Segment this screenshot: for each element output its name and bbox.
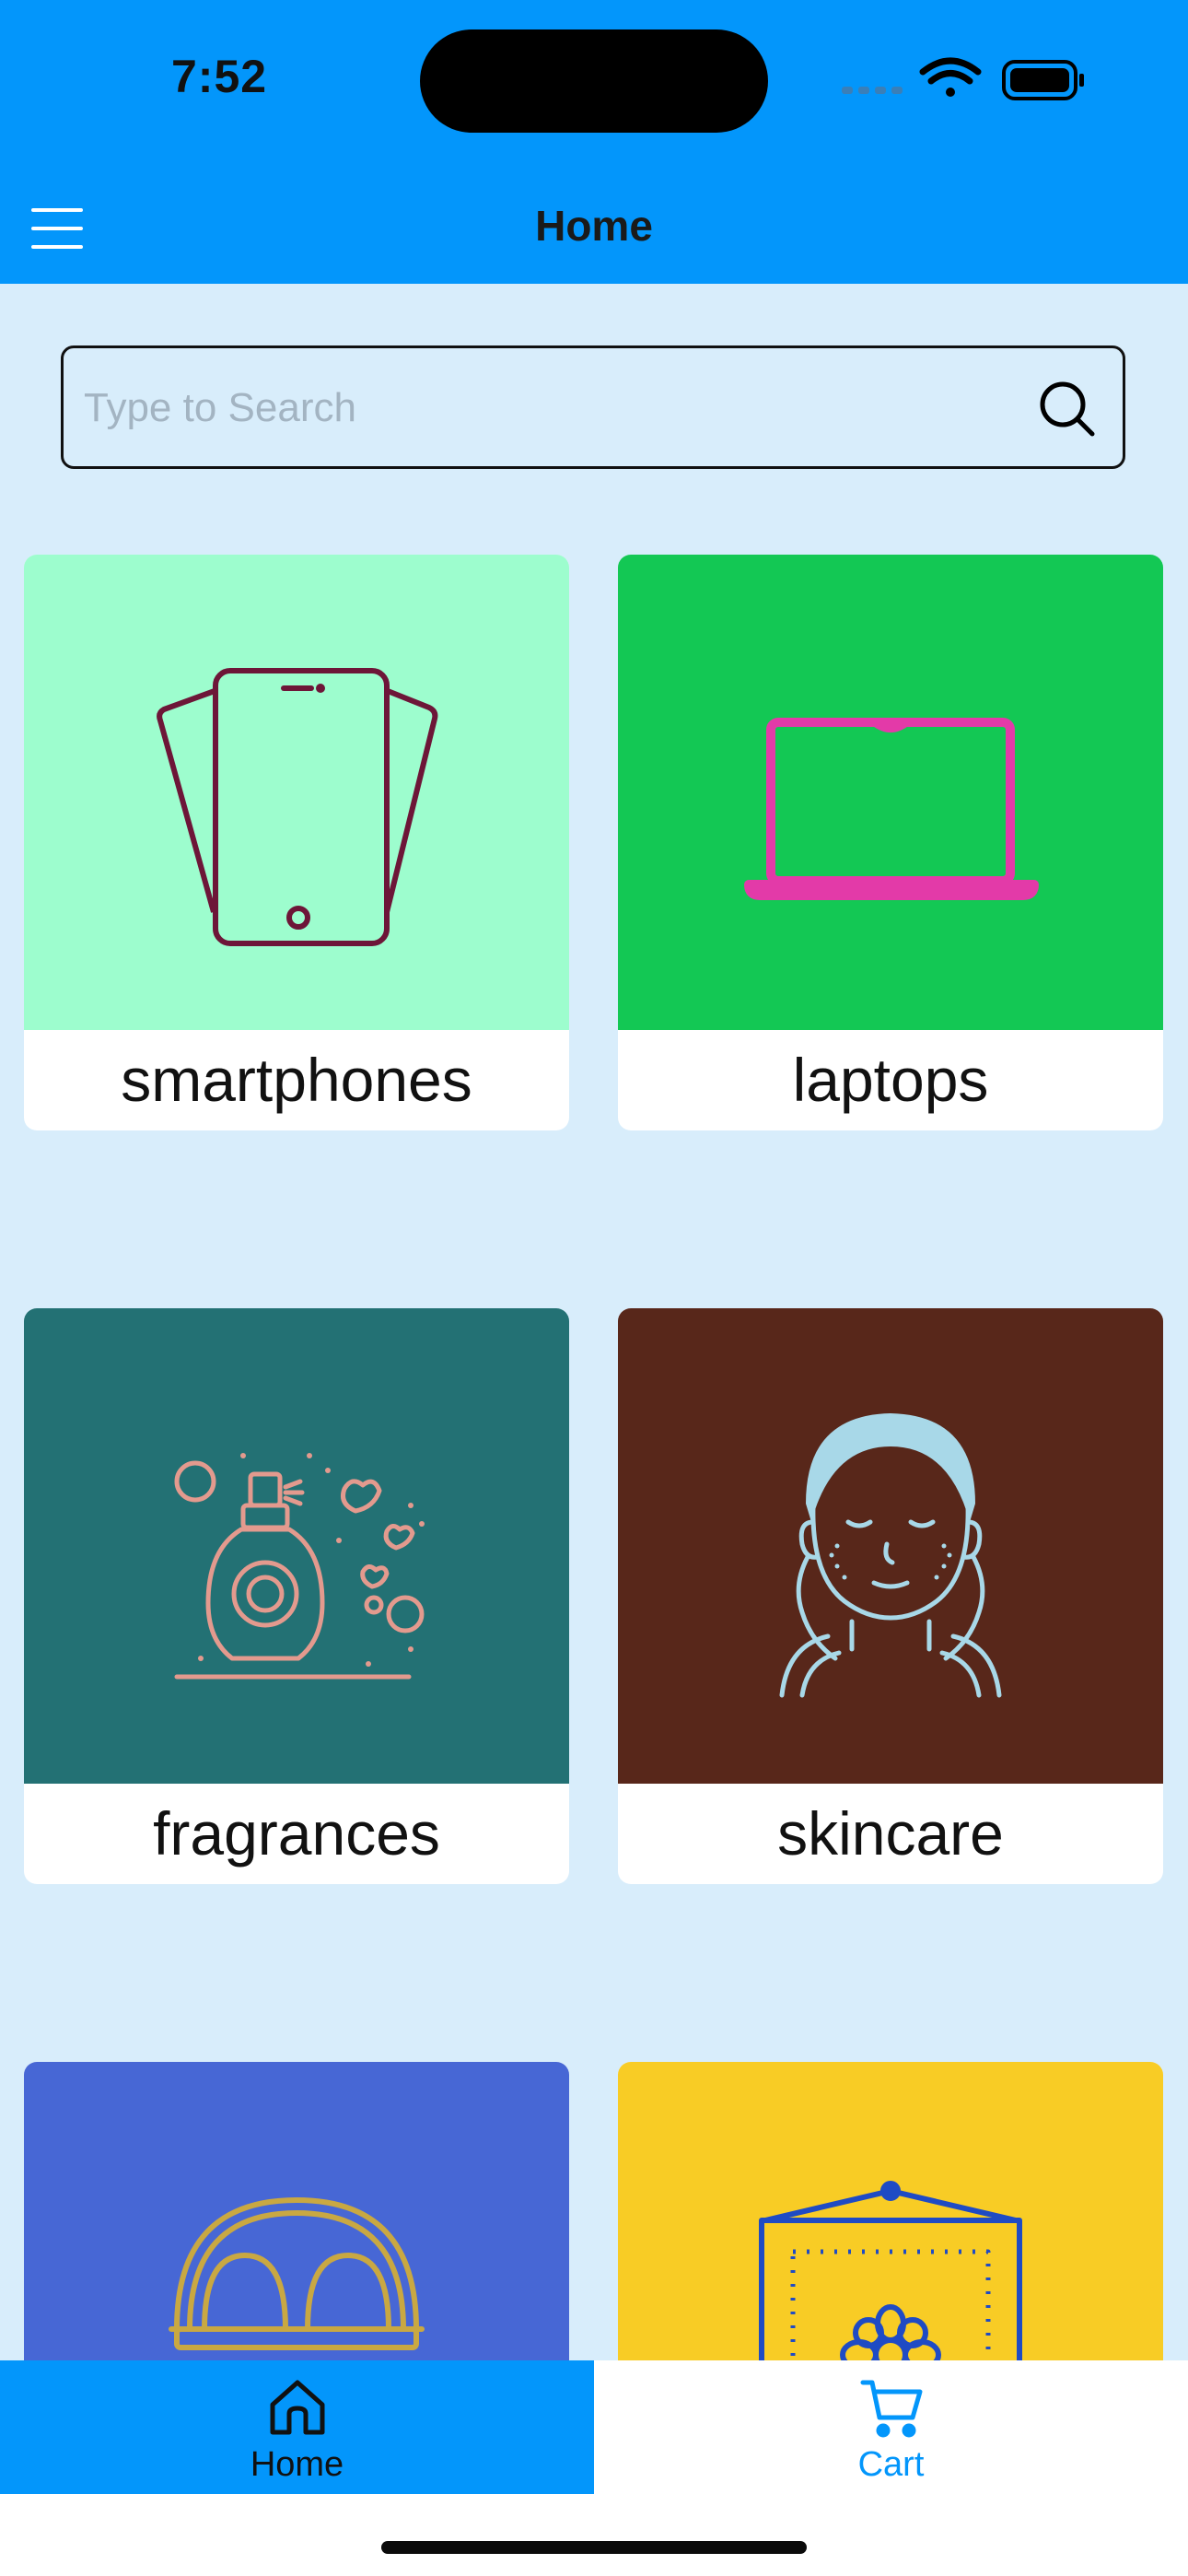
- category-card-6[interactable]: [618, 2062, 1163, 2397]
- cart-icon: [860, 2380, 923, 2438]
- navigation-bar: Home: [0, 175, 1188, 284]
- laptop-icon: [744, 718, 1039, 900]
- category-image: [24, 1308, 569, 1784]
- perfume-bottle-icon: [174, 1453, 425, 1680]
- category-label: fragrances: [153, 1799, 440, 1868]
- category-label: skincare: [777, 1799, 1004, 1868]
- tab-cart[interactable]: Cart: [594, 2360, 1188, 2494]
- category-card-5[interactable]: [24, 2062, 569, 2397]
- battery-icon: [1002, 60, 1084, 100]
- tab-cart-label: Cart: [857, 2445, 925, 2484]
- signal-icon: [842, 87, 903, 94]
- search-icon[interactable]: [1038, 380, 1097, 439]
- flower-frame-icon: [759, 2181, 1022, 2397]
- home-indicator: [381, 2541, 807, 2554]
- tab-home-label: Home: [250, 2445, 344, 2484]
- status-time: 7:52: [171, 51, 268, 102]
- category-image: [618, 555, 1163, 1030]
- tab-bar: Home Cart: [0, 2360, 1188, 2576]
- category-image: [24, 555, 569, 1030]
- category-label: smartphones: [121, 1046, 472, 1114]
- category-card-skincare[interactable]: skincare: [618, 1308, 1163, 1884]
- category-label: laptops: [792, 1046, 989, 1114]
- status-bar: 7:52: [0, 0, 1188, 175]
- search-box: [61, 345, 1125, 469]
- category-image: [618, 1308, 1163, 1784]
- category-card-smartphones[interactable]: smartphones: [24, 555, 569, 1130]
- face-care-icon: [779, 1413, 1002, 1698]
- category-card-laptops[interactable]: laptops: [618, 555, 1163, 1130]
- dynamic-island: [420, 29, 768, 133]
- category-image: [618, 2062, 1163, 2397]
- search-input[interactable]: [82, 348, 1007, 468]
- wifi-icon: [919, 57, 982, 97]
- home-icon: [270, 2380, 325, 2435]
- category-image: [24, 2062, 569, 2397]
- page-title: Home: [535, 202, 653, 250]
- status-icons: [842, 57, 1084, 100]
- smartphone-icon: [157, 668, 438, 946]
- eggs-basket-icon: [169, 2196, 425, 2350]
- tab-home[interactable]: Home: [0, 2360, 594, 2494]
- category-grid: smartphones laptops fragrances skincare: [0, 555, 1188, 2397]
- category-card-fragrances[interactable]: fragrances: [24, 1308, 569, 1884]
